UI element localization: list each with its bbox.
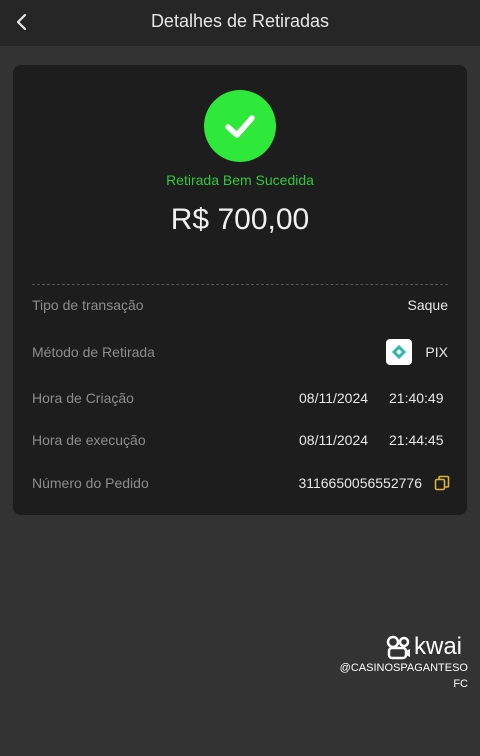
watermark-handle-line2: FC: [453, 678, 468, 690]
executed-time: 21:44:45: [389, 432, 444, 448]
detail-row-transaction-type: Tipo de transação Saque: [32, 293, 453, 317]
kwai-brand-text: kwai: [414, 633, 463, 660]
transaction-type-label: Tipo de transação: [32, 297, 144, 313]
withdrawal-amount: R$ 700,00: [170, 203, 310, 236]
order-number: 3116650056552776: [298, 475, 422, 491]
dashed-divider: [32, 284, 448, 285]
detail-row-executed: Hora de execução 08/11/2024 21:44:45: [32, 428, 453, 452]
status-text: Retirada Bem Sucedida: [166, 172, 314, 188]
page-title: Detalhes de Retiradas: [150, 11, 330, 31]
withdraw-method-value: PIX: [425, 344, 448, 360]
success-badge: [204, 90, 276, 162]
detail-row-created: Hora de Criação 08/11/2024 21:40:49: [32, 386, 453, 410]
watermark-handle: @CASINOSPAGANTESO FC: [328, 660, 468, 692]
header-bar: Detalhes de Retiradas: [0, 0, 480, 46]
executed-label: Hora de execução: [32, 432, 146, 448]
withdraw-method-label: Método de Retirada: [32, 344, 155, 360]
kwai-watermark: kwai: [386, 632, 470, 662]
created-time: 21:40:49: [389, 390, 444, 406]
order-label: Número do Pedido: [32, 475, 149, 491]
pix-icon: [386, 339, 412, 365]
kwai-logo-icon: [386, 635, 410, 660]
detail-row-withdraw-method: Método de Retirada PIX: [32, 339, 453, 365]
detail-row-order: Número do Pedido 3116650056552776: [32, 471, 453, 495]
executed-date: 08/11/2024: [299, 432, 369, 448]
copy-icon[interactable]: [434, 475, 450, 491]
created-date: 08/11/2024: [299, 390, 369, 406]
watermark-handle-line1: @CASINOSPAGANTESO: [339, 662, 468, 674]
transaction-type-value: Saque: [407, 297, 448, 313]
check-icon: [225, 115, 255, 138]
created-label: Hora de Criação: [32, 390, 134, 406]
